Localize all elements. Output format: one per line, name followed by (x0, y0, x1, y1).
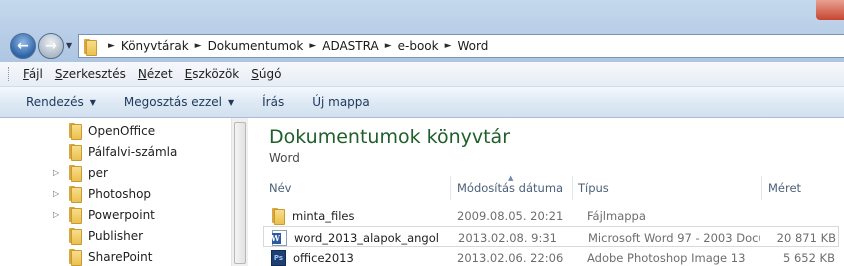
breadcrumb-documents[interactable]: Dokumentumok (208, 39, 304, 53)
back-button[interactable]: ← (10, 33, 36, 59)
expand-arrow-icon[interactable]: ▷ (53, 189, 59, 198)
breadcrumb-adastra[interactable]: ADASTRA (322, 39, 378, 53)
breadcrumb-word[interactable]: Word (458, 39, 489, 53)
tree-item-palfalvi-szamla[interactable]: Pálfalvi-számla (56, 141, 177, 162)
menu-view[interactable]: Nézet (138, 67, 173, 81)
folder-icon (83, 38, 97, 56)
share-with-button[interactable]: Megosztás ezzel ▼ (124, 95, 234, 109)
column-header-name[interactable]: Név (269, 176, 449, 200)
word-document-icon: W (272, 229, 287, 246)
folder-icon (68, 165, 82, 182)
column-header-size[interactable]: Méret (768, 176, 838, 200)
scrollbar-thumb[interactable] (234, 122, 246, 264)
new-folder-button[interactable]: Új mappa (312, 95, 370, 109)
tree-item-per[interactable]: ▷ per (53, 162, 108, 183)
photoshop-image-icon: Ps (271, 249, 286, 266)
toolbar-grip (8, 67, 11, 81)
expand-arrow-icon[interactable]: ▷ (53, 168, 59, 177)
breadcrumb-libraries[interactable]: Könyvtárak (121, 39, 189, 53)
file-row[interactable]: Ps office2013 2013.02.06. 22:06 Adobe Ph… (263, 247, 839, 266)
file-name: office2013 (293, 250, 354, 265)
column-header-type[interactable]: Típus (578, 176, 758, 200)
file-type: Adobe Photoshop Image 13 (587, 250, 746, 265)
menu-bar: Fájl Szerkesztés Nézet Eszközök Súgó (0, 62, 844, 87)
breadcrumb-ebook[interactable]: e-book (398, 39, 439, 53)
file-modified: 2013.02.08. 9:31 (458, 230, 557, 245)
folder-icon (68, 228, 82, 245)
chevron-right-icon[interactable]: ► (309, 41, 316, 51)
burn-button[interactable]: Írás (262, 95, 284, 109)
file-list-pane: Dokumentumok könyvtár Word Név ▲ Módosít… (249, 118, 844, 266)
folder-icon (68, 186, 82, 203)
file-modified: 2013.02.06. 22:06 (457, 250, 564, 265)
column-divider[interactable] (572, 176, 573, 200)
folder-icon (68, 123, 82, 140)
file-size: 5 652 KB (782, 250, 835, 265)
file-type: Microsoft Word 97 - 2003 Docu... (588, 230, 760, 245)
menu-file[interactable]: Fájl (23, 67, 43, 81)
address-bar[interactable]: ► Könyvtárak ► Dokumentumok ► ADASTRA ► … (78, 34, 844, 58)
navigation-pane: OpenOffice Pálfalvi-számla ▷ per ▷ Photo… (0, 118, 248, 266)
chevron-down-icon: ▼ (227, 97, 235, 107)
file-size (763, 205, 835, 226)
tree-item-openoffice[interactable]: OpenOffice (56, 120, 155, 141)
close-button[interactable] (816, 0, 844, 20)
folder-icon (271, 208, 285, 225)
library-subtitle: Word (269, 151, 300, 165)
chevron-down-icon: ▼ (89, 97, 96, 107)
chevron-right-icon[interactable]: ► (108, 41, 115, 51)
expand-arrow-icon[interactable]: ▷ (53, 210, 59, 219)
file-name: minta_files (292, 208, 355, 223)
menu-help[interactable]: Súgó (251, 67, 281, 81)
tree-item-powerpoint[interactable]: ▷ Powerpoint (53, 204, 155, 225)
chevron-right-icon[interactable]: ► (385, 41, 392, 51)
menu-tools[interactable]: Eszközök (185, 67, 240, 81)
recent-pages-dropdown[interactable]: ▼ (66, 41, 72, 50)
file-type: Fájlmappa (587, 208, 646, 223)
file-row[interactable]: W word_2013_alapok_angol 2013.02.08. 9:3… (263, 226, 839, 247)
column-divider[interactable] (450, 176, 451, 200)
forward-button[interactable]: → (38, 33, 64, 59)
folder-icon (68, 249, 82, 266)
arrow-left-icon: ← (17, 38, 29, 54)
organize-button[interactable]: Rendezés ▼ (26, 95, 96, 109)
folder-icon (68, 207, 82, 224)
file-name: word_2013_alapok_angol (294, 230, 439, 245)
tree-item-publisher[interactable]: Publisher (56, 225, 143, 246)
library-title: Dokumentumok könyvtár (269, 126, 511, 148)
chevron-right-icon[interactable]: ► (445, 41, 452, 51)
column-divider[interactable] (761, 176, 762, 200)
file-row[interactable]: minta_files 2009.08.05. 20:21 Fájlmappa (263, 205, 839, 226)
arrow-right-icon: → (45, 38, 57, 54)
file-size: 20 871 KB (776, 230, 836, 245)
folder-icon (68, 144, 82, 161)
command-bar: Rendezés ▼ Megosztás ezzel ▼ Írás Új mappa (0, 87, 844, 118)
menu-edit[interactable]: Szerkesztés (55, 67, 126, 81)
column-header-modified[interactable]: Módosítás dátuma (457, 176, 571, 200)
tree-item-sharepoint[interactable]: SharePoint (56, 246, 152, 266)
chevron-right-icon[interactable]: ► (195, 41, 202, 51)
file-modified: 2009.08.05. 20:21 (457, 208, 564, 223)
tree-item-photoshop[interactable]: ▷ Photoshop (53, 183, 151, 204)
navigation-scrollbar[interactable] (231, 118, 248, 266)
